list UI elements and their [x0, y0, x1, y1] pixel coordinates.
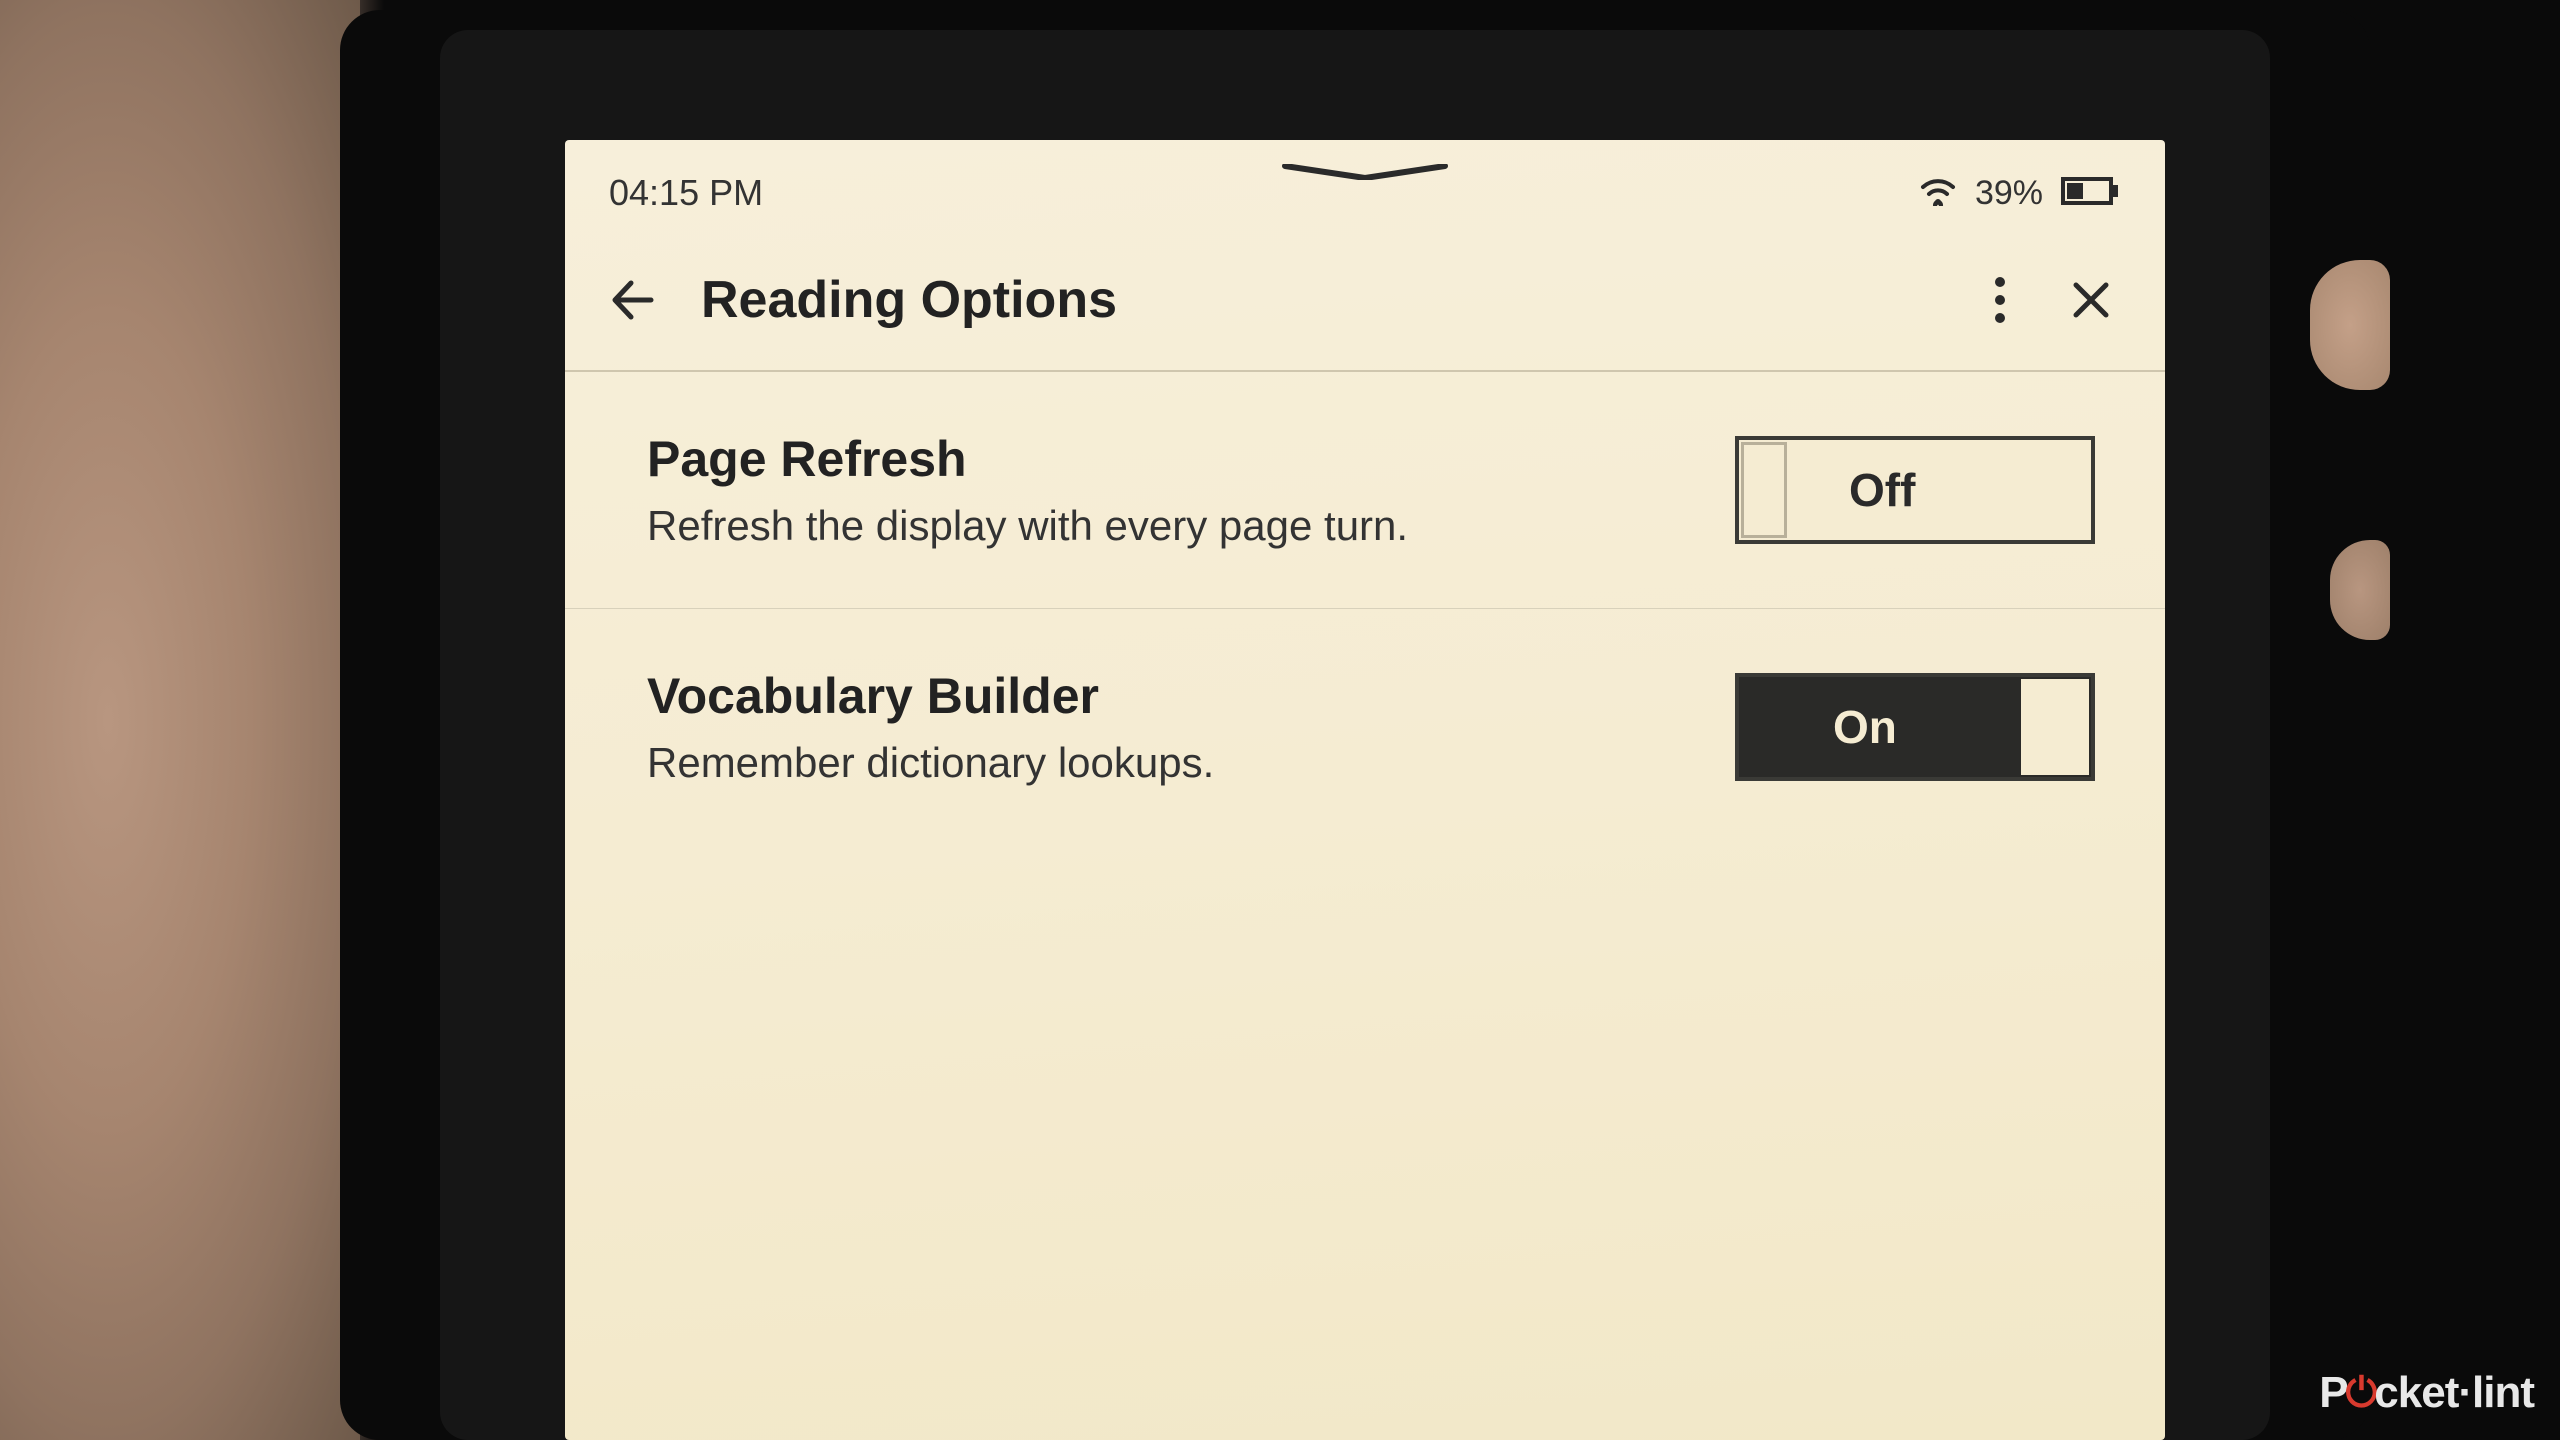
status-time: 04:15 PM — [609, 172, 763, 214]
watermark-prefix: P — [2319, 1368, 2347, 1418]
setting-description: Remember dictionary lookups. — [647, 739, 1695, 787]
header-actions — [1993, 276, 2111, 324]
status-right: 39% — [1919, 174, 2121, 213]
status-bar: 04:15 PM 39% — [565, 140, 2165, 234]
setting-title: Page Refresh — [647, 430, 1695, 488]
setting-vocabulary-builder: Vocabulary Builder Remember dictionary l… — [565, 609, 2165, 845]
toggle-label: On — [1833, 700, 1897, 754]
toggle-label: Off — [1849, 463, 1915, 517]
swipe-down-handle[interactable] — [1280, 164, 1450, 180]
watermark-suffix: cket·lint — [2374, 1368, 2534, 1418]
hand-left — [0, 0, 360, 1440]
setting-text: Vocabulary Builder Remember dictionary l… — [647, 667, 1695, 787]
toggle-knob — [1741, 442, 1787, 538]
wifi-icon — [1919, 176, 1957, 211]
settings-list: Page Refresh Refresh the display with ev… — [565, 372, 2165, 845]
back-button[interactable] — [609, 277, 655, 323]
close-button[interactable] — [2071, 280, 2111, 320]
overflow-menu-button[interactable] — [1993, 276, 2007, 324]
battery-icon — [2061, 175, 2121, 212]
setting-title: Vocabulary Builder — [647, 667, 1695, 725]
setting-page-refresh: Page Refresh Refresh the display with ev… — [565, 372, 2165, 609]
watermark: P⏻cket·lint — [2319, 1368, 2534, 1418]
finger-right — [2310, 260, 2390, 390]
watermark-accent-icon: ⏻ — [2346, 1371, 2377, 1416]
page-header: Reading Options — [565, 234, 2165, 372]
setting-text: Page Refresh Refresh the display with ev… — [647, 430, 1695, 550]
page-refresh-toggle[interactable]: Off — [1735, 436, 2095, 544]
setting-description: Refresh the display with every page turn… — [647, 502, 1695, 550]
finger-right-2 — [2330, 540, 2390, 640]
battery-percent: 39% — [1975, 174, 2043, 213]
vocabulary-builder-toggle[interactable]: On — [1735, 673, 2095, 781]
toggle-knob — [2021, 679, 2089, 775]
page-title: Reading Options — [701, 270, 1947, 330]
device-screen: 04:15 PM 39% — [565, 140, 2165, 1440]
